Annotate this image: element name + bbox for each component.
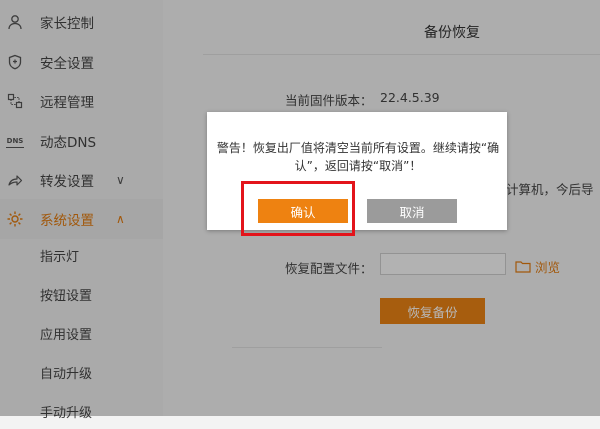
cancel-button[interactable]: 取消 (367, 199, 457, 223)
dialog-message: 警告！恢复出厂值将清空当前所有设置。继续请按“确认”，返回请按“取消”！ (216, 141, 500, 173)
highlight-box (241, 181, 355, 236)
